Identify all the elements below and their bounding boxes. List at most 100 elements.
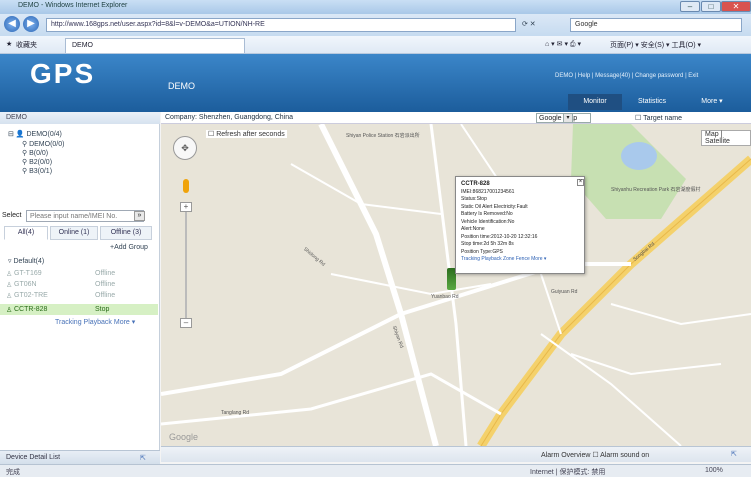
tab-statistics[interactable]: Statistics bbox=[624, 94, 680, 110]
person-icon: ♙ bbox=[6, 293, 13, 300]
location-text: Company: Shenzhen, Guangdong, China bbox=[165, 114, 294, 121]
search-input[interactable]: Google bbox=[570, 18, 742, 32]
info-line: Battery Is Removed:No bbox=[461, 211, 513, 217]
back-icon[interactable]: ◀ bbox=[4, 16, 20, 32]
road bbox=[610, 303, 751, 326]
device-name: GT-T169 bbox=[14, 270, 42, 277]
browser-tab[interactable]: DEMO bbox=[65, 38, 245, 53]
map-label: Shiyanhu Recreation Park 石岩湖度假村 bbox=[611, 187, 701, 193]
info-line: Static Oil Alert Electricity:Fault bbox=[461, 203, 528, 210]
map-label: Guiyuan Rd bbox=[551, 289, 578, 295]
left-panel-header: DEMO bbox=[0, 112, 160, 124]
info-line: IMEI:868217001234561 bbox=[461, 188, 515, 195]
tree-root[interactable]: ⊟ 👤 DEMO(0/4) bbox=[8, 130, 62, 138]
chevron-down-icon[interactable]: ▾ bbox=[563, 113, 573, 123]
tree-item[interactable]: ⚲ B3(0/1) bbox=[22, 167, 52, 175]
map-roads bbox=[161, 124, 751, 446]
top-links[interactable]: DEMO | Help | Message(40) | Change passw… bbox=[555, 73, 698, 79]
command-bar-icons[interactable]: ⌂ ▾ ✉ ▾ ⎙ ▾ bbox=[545, 40, 581, 49]
tree-item[interactable]: ⚲ DEMO(0/0) bbox=[22, 140, 64, 148]
map-toolbar: Company: Shenzhen, Guangdong, China Goog… bbox=[161, 112, 751, 124]
pan-control[interactable]: ✥ bbox=[173, 136, 197, 160]
alarm-overview[interactable]: Alarm Overview ☐ Alarm sound on bbox=[541, 451, 649, 459]
refresh-stop-icons[interactable]: ⟳ ✕ bbox=[522, 20, 536, 28]
list-item[interactable]: ♙ GT06N Offline bbox=[0, 279, 158, 290]
tab-more[interactable]: More ▾ bbox=[682, 94, 742, 110]
device-status: Offline bbox=[95, 281, 116, 288]
tree-item-label: B(0/0) bbox=[29, 150, 49, 157]
zoom-in-button[interactable]: + bbox=[180, 202, 192, 212]
road bbox=[290, 163, 442, 215]
device-name: GT06N bbox=[14, 281, 37, 288]
map-canvas[interactable]: ☐ Refresh after seconds Map | Satellite … bbox=[161, 124, 751, 446]
device-detail-label[interactable]: Device Detail List bbox=[6, 454, 60, 461]
tree-item-label: DEMO(0/0) bbox=[29, 141, 65, 148]
app-logo: GPS bbox=[30, 58, 96, 89]
close-button[interactable]: ✕ bbox=[721, 1, 751, 12]
device-status: Offline bbox=[95, 292, 116, 299]
device-actions[interactable]: Tracking Playback More ▾ bbox=[55, 318, 135, 326]
device-name: GT02-TRE bbox=[14, 292, 48, 299]
tree-item[interactable]: ⚲ B2(0/0) bbox=[22, 158, 52, 166]
person-icon: ♙ bbox=[6, 271, 13, 278]
map-type-switch[interactable]: Map | Satellite bbox=[701, 130, 751, 146]
alarm-bar: Alarm Overview ☐ Alarm sound on ⇱ bbox=[161, 446, 751, 462]
tree-item-label: B2(0/0) bbox=[29, 159, 53, 166]
target-name-toggle[interactable]: ☐ Target name bbox=[635, 114, 682, 122]
address-bar[interactable]: http://www.168gps.net/user.aspx?id=8&l=v… bbox=[46, 18, 516, 32]
account-name: DEMO bbox=[168, 81, 195, 91]
favorites-star-icon[interactable]: ★ bbox=[6, 40, 12, 48]
left-panel: DEMO ⊟ 👤 DEMO(0/4) ⚲ DEMO(0/0) ⚲ B(0/0) … bbox=[0, 112, 160, 464]
tab-monitor[interactable]: Monitor bbox=[568, 94, 622, 110]
person-icon: ♙ bbox=[6, 282, 13, 289]
favorites-label[interactable]: 收藏夹 bbox=[16, 40, 37, 50]
device-search-button[interactable]: » bbox=[134, 211, 145, 221]
road bbox=[330, 273, 492, 296]
zoom-out-button[interactable]: – bbox=[180, 318, 192, 328]
list-item[interactable]: ♙ GT02-TRE Offline bbox=[0, 290, 158, 301]
tab-online[interactable]: Online (1) bbox=[50, 226, 98, 240]
tree-item[interactable]: ⚲ B(0/0) bbox=[22, 149, 48, 157]
street-view-icon[interactable] bbox=[183, 179, 189, 193]
info-actions[interactable]: Tracking Playback Zone Fence More ▾ bbox=[461, 256, 579, 264]
list-item[interactable]: ♙ GT-T169 Offline bbox=[0, 268, 158, 279]
command-bar-menus[interactable]: 页面(P) ▾ 安全(S) ▾ 工具(O) ▾ bbox=[610, 40, 701, 50]
map-label: Shiyan Police Station 石岩派出所 bbox=[346, 133, 420, 139]
zoom-slider[interactable] bbox=[185, 204, 187, 322]
expand-icon[interactable]: ⇱ bbox=[731, 450, 737, 458]
list-item-selected[interactable]: ♙ CCTR-828 Stop bbox=[0, 304, 158, 315]
info-line: Alert:None bbox=[461, 226, 485, 232]
person-icon: ♙ bbox=[6, 307, 13, 314]
info-line: Stop time:2d 5h 32m 8s bbox=[461, 241, 514, 247]
forward-icon[interactable]: ▶ bbox=[23, 16, 39, 32]
road bbox=[161, 372, 502, 426]
refresh-label: Refresh after seconds bbox=[216, 131, 285, 138]
group-default[interactable]: ▿ Default(4) bbox=[8, 257, 44, 265]
browser-title-bar: DEMO - Windows Internet Explorer – □ ✕ bbox=[0, 0, 751, 14]
select-label: Select bbox=[2, 212, 22, 219]
expand-icon[interactable]: ⇱ bbox=[140, 454, 146, 462]
device-status: Offline bbox=[95, 270, 116, 277]
browser-title: DEMO - Windows Internet Explorer bbox=[18, 2, 128, 9]
info-title: CCTR-828 bbox=[461, 181, 490, 187]
status-text: 完成 bbox=[6, 469, 20, 476]
tab-offline[interactable]: Offline (3) bbox=[100, 226, 152, 240]
target-name-label: Target name bbox=[643, 115, 683, 122]
tab-all[interactable]: All(4) bbox=[4, 226, 48, 240]
minimize-button[interactable]: – bbox=[680, 1, 700, 12]
info-line: Position Type:GPS bbox=[461, 248, 503, 255]
road bbox=[318, 124, 439, 446]
device-status: Stop bbox=[95, 306, 110, 313]
close-icon[interactable]: × bbox=[577, 179, 584, 186]
favorites-bar: ★ 收藏夹 DEMO ⌂ ▾ ✉ ▾ ⎙ ▾ 页面(P) ▾ 安全(S) ▾ 工… bbox=[0, 36, 751, 54]
info-line: Vehicle Identification:No bbox=[461, 218, 515, 225]
add-group-button[interactable]: +Add Group bbox=[110, 244, 148, 251]
auto-refresh-toggle[interactable]: ☐ Refresh after seconds bbox=[206, 130, 287, 138]
tree-item-label: B3(0/1) bbox=[29, 168, 53, 175]
zoom-level[interactable]: 100% bbox=[705, 467, 723, 474]
park-area bbox=[571, 124, 686, 219]
info-line: Position time:2012-10-20 12:32:16 bbox=[461, 233, 538, 240]
device-search-input[interactable]: Please input name/IMEI No. bbox=[26, 210, 144, 222]
info-line: Status:Stop bbox=[461, 196, 487, 202]
maximize-button[interactable]: □ bbox=[701, 1, 721, 12]
